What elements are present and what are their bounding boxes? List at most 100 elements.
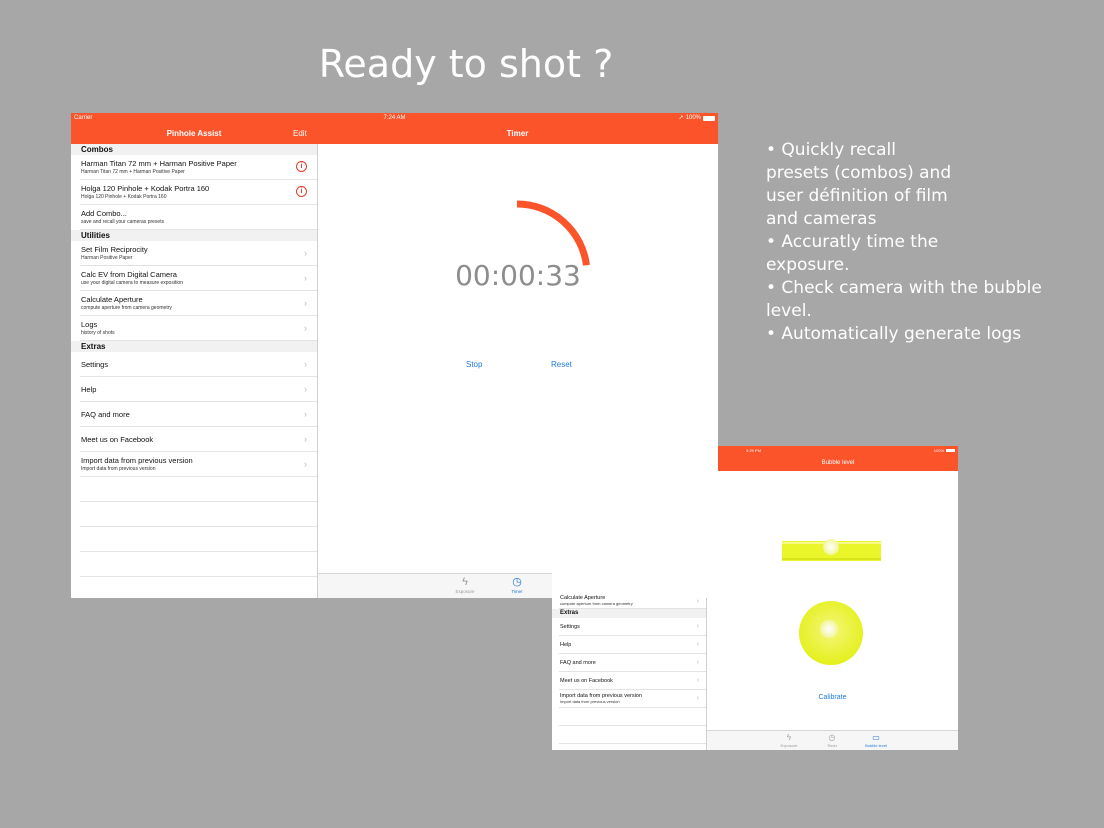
master-title: Pinhole Assist <box>166 129 222 138</box>
stopwatch-icon: ◷ <box>828 733 836 742</box>
row-title: Meet us on Facebook <box>81 434 154 444</box>
battery-percent: 100% <box>685 115 701 121</box>
list-item[interactable]: Set Film Reciprocity Harman Positive Pape… <box>80 241 317 266</box>
chevron-right-icon: › <box>304 323 307 333</box>
tube-bubble <box>823 539 839 555</box>
tab-exposure[interactable]: ϟ Exposure <box>445 576 485 594</box>
edit-button[interactable]: Edit <box>293 123 307 144</box>
tab-timer[interactable]: ◷ Timer <box>497 576 537 594</box>
list-item[interactable]: FAQ and more › <box>559 654 706 672</box>
list-item[interactable]: Calculate Aperture compute aperture from … <box>80 291 317 316</box>
list-item[interactable]: Help › <box>80 377 317 402</box>
tab-timer[interactable]: ◷ Timer <box>812 733 852 748</box>
empty-row <box>559 726 706 744</box>
row-title: Meet us on Facebook <box>560 677 613 684</box>
info-icon[interactable]: i <box>296 186 307 197</box>
row-title: Calculate Aperture <box>81 295 143 304</box>
list-item[interactable]: Help › <box>559 636 706 654</box>
row-title: Settings <box>81 359 109 369</box>
list-item[interactable]: Calc EV from Digital Camera use your digi… <box>80 266 317 291</box>
exposure-icon: ϟ <box>462 576 468 588</box>
nav-bar: Pinhole Assist Edit Timer <box>71 123 718 144</box>
feature-item: • Automatically generate logs <box>766 324 1022 344</box>
info-icon[interactable]: i <box>296 161 307 172</box>
tab-exposure[interactable]: ϟ Exposure <box>769 733 809 748</box>
chevron-right-icon: › <box>304 298 307 308</box>
list-item[interactable]: Import data from previous version Import … <box>80 452 317 477</box>
tab-bar: ϟ Exposure ◷ Timer ▭ Bubble level <box>707 730 958 750</box>
list-item[interactable]: Meet us on Facebook › <box>559 672 706 690</box>
list-item[interactable]: Logs history of shots › <box>80 316 317 341</box>
row-title: Help <box>81 384 97 394</box>
battery-status: ➚ 100% <box>679 113 715 123</box>
bubble-level-screen: 3:29 PM 100% Bubble level Calculate Aper… <box>552 446 958 750</box>
chevron-right-icon: › <box>304 409 307 419</box>
empty-row <box>80 552 317 577</box>
row-title: Logs <box>81 320 98 329</box>
list-item[interactable]: Meet us on Facebook › <box>80 427 317 452</box>
section-header-extras: Extras <box>71 341 317 352</box>
chevron-right-icon: › <box>304 459 307 469</box>
list-item[interactable]: Settings › <box>80 352 317 377</box>
master-list: Calculate Aperture compute aperture from… <box>552 595 707 750</box>
list-item[interactable]: Settings › <box>559 618 706 636</box>
location-arrow-icon: ➚ <box>678 115 684 121</box>
exposure-icon: ϟ <box>786 733 792 742</box>
tab-bubble-level[interactable]: ▭ Bubble level <box>856 733 896 748</box>
section-header-extras: Extras <box>552 609 706 618</box>
row-subtitle: compute aperture from camera geometry <box>560 601 633 606</box>
row-subtitle: Harman Positive Paper <box>81 255 133 261</box>
feature-item: • Check camera with the bubble level. <box>766 278 1042 321</box>
list-item[interactable]: Harman Titan 72 mm + Harman Positive Pap… <box>80 155 317 180</box>
row-subtitle: Holga 120 Pinhole + Kodak Portra 160 <box>81 194 167 200</box>
empty-row <box>80 502 317 527</box>
list-item[interactable]: Add Combo... save and recall your cameras… <box>80 205 317 230</box>
master-list: Combos Harman Titan 72 mm + Harman Positi… <box>71 144 318 598</box>
row-subtitle: Import data from previous version <box>560 699 620 704</box>
list-item[interactable]: Calculate Aperture compute aperture from… <box>559 595 706 609</box>
calibrate-button[interactable]: Calibrate <box>707 694 958 701</box>
chevron-right-icon: › <box>304 384 307 394</box>
status-bar: 3:29 PM 100% <box>718 446 958 455</box>
chevron-right-icon: › <box>696 694 699 702</box>
detail-title: Timer <box>506 129 529 138</box>
timer-display: 00:00:33 <box>455 259 581 292</box>
row-title: Import data from previous version <box>81 456 193 465</box>
chevron-right-icon: › <box>304 359 307 369</box>
stop-button[interactable]: Stop <box>466 360 482 369</box>
status-time: 7:24 AM <box>383 115 406 121</box>
list-item[interactable]: FAQ and more › <box>80 402 317 427</box>
status-bar: Carrier 7:24 AM ➚ 100% <box>71 113 718 123</box>
chevron-right-icon: › <box>696 676 699 684</box>
section-header-utilities: Utilities <box>71 230 317 241</box>
chevron-right-icon: › <box>304 273 307 283</box>
circular-bubble <box>820 620 838 638</box>
timer-progress-arc-path <box>516 200 590 266</box>
tab-label: Exposure <box>780 743 798 748</box>
nav-bar: Bubble level <box>718 455 958 471</box>
row-subtitle: Harman Titan 72 mm + Harman Positive Pap… <box>81 169 185 175</box>
list-item[interactable]: Import data from previous version Import … <box>559 690 706 708</box>
row-title: FAQ and more <box>81 409 130 419</box>
tab-label: Exposure <box>455 589 475 594</box>
chevron-right-icon: › <box>696 640 699 648</box>
feature-item: • Quickly recall presets (combos) and us… <box>766 140 952 229</box>
feature-item: • Accuratly time the exposure. <box>766 232 939 275</box>
row-title: Add Combo... <box>81 209 127 218</box>
chevron-right-icon: › <box>304 248 307 258</box>
bubble-level-view: Calibrate <box>707 471 958 750</box>
empty-row <box>80 527 317 552</box>
empty-row <box>80 577 317 598</box>
row-title: Holga 120 Pinhole + Kodak Portra 160 <box>81 184 210 193</box>
page-headline: Ready to shot ? <box>318 42 614 86</box>
battery-icon <box>703 115 715 121</box>
row-subtitle: use your digital camera to measure expos… <box>81 280 183 286</box>
tab-label: Bubble level <box>865 743 887 748</box>
reset-button[interactable]: Reset <box>551 360 572 369</box>
row-subtitle: compute aperture from camera geometry <box>81 305 172 311</box>
chevron-right-icon: › <box>696 658 699 666</box>
list-item[interactable]: Holga 120 Pinhole + Kodak Portra 160 Holg… <box>80 180 317 205</box>
row-title: Settings <box>560 623 580 630</box>
row-subtitle: save and recall your cameras presets <box>81 219 165 225</box>
row-title: Calc EV from Digital Camera <box>81 270 177 279</box>
